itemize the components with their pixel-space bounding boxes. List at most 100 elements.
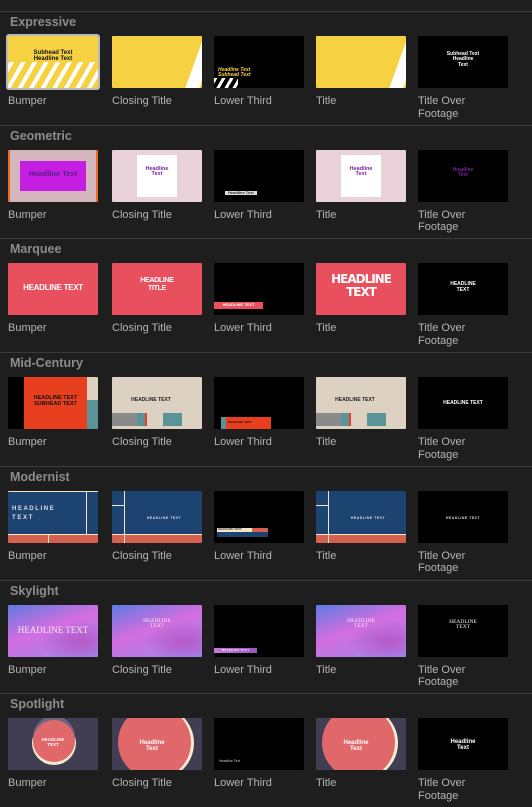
thumbnail-headline-text: Headline Text <box>225 190 257 195</box>
template-thumbnail[interactable]: HEADLINE TEXT <box>112 377 202 430</box>
template-thumbnail[interactable]: HEADLINE TEXT SUBHEAD TEXT <box>8 377 98 430</box>
thumbnail-headline-text: HEADLINE TEXT <box>23 283 83 293</box>
title-template-geometric-lower-third[interactable]: Headline Text Lower Third <box>214 149 306 222</box>
template-thumbnail[interactable]: HEADLINE TEXT <box>214 490 304 543</box>
title-template-mid-century-bumper[interactable]: HEADLINE TEXT SUBHEAD TEXT Bumper <box>8 377 100 449</box>
title-template-mid-century-closing-title[interactable]: HEADLINE TEXT Closing Title <box>112 377 204 449</box>
thumbnail-decoration <box>8 534 98 543</box>
title-template-modernist-title[interactable]: HEADLINE TEXT Title <box>316 490 408 563</box>
thumbnail-headline-text: Headline Text <box>28 168 78 178</box>
title-template-spotlight-title-over-footage[interactable]: Headline Text Title Over Footage <box>418 718 510 802</box>
title-template-marquee-title[interactable]: HEADLINE TEXT Title <box>316 263 408 335</box>
title-template-skylight-closing-title[interactable]: HEADLINE TEXT Closing Title <box>112 604 204 677</box>
title-template-expressive-lower-third[interactable]: Headline Text Subhead Text Lower Third <box>214 36 306 108</box>
template-label: Lower Third <box>214 436 272 449</box>
title-template-skylight-title-over-footage[interactable]: HEADLINE TEXT Title Over Footage <box>418 604 510 689</box>
title-template-spotlight-closing-title[interactable]: Headline Text Closing Title <box>112 718 204 790</box>
template-thumbnail[interactable]: HEADLINE TEXT <box>112 490 202 543</box>
template-thumbnail[interactable]: HEADLINE TEXT <box>418 490 508 543</box>
title-template-skylight-lower-third[interactable]: HEADLINE TEXT Lower Third <box>214 604 306 677</box>
template-thumbnail[interactable]: HEADLINE TEXT <box>112 604 202 657</box>
template-thumbnail[interactable]: HEADLINE TEXT <box>8 604 98 657</box>
thumbnail-decoration <box>349 413 351 427</box>
title-template-modernist-closing-title[interactable]: HEADLINE TEXT Closing Title <box>112 490 204 563</box>
template-thumbnail[interactable]: Headline Text <box>214 718 304 771</box>
thumbnail-decoration <box>145 413 147 427</box>
thumbnail-decoration <box>221 417 226 430</box>
template-thumbnail[interactable]: HEADLINE TEXT <box>214 377 304 430</box>
template-thumbnail[interactable]: HEADLINE TEXT <box>8 263 98 316</box>
thumbnail-headline-text: Headline Text Subhead Text <box>218 67 251 79</box>
title-template-geometric-title[interactable]: Headline Text Title <box>316 149 408 222</box>
template-label: Lower Third <box>214 322 272 335</box>
section-spotlight: Spotlight HEADLINE TEXT Bumper Headline Tex… <box>0 693 532 807</box>
template-label: Title Over Footage <box>418 663 466 689</box>
template-thumbnail[interactable]: HEADLINE TEXT <box>214 263 304 316</box>
title-template-mid-century-title-over-footage[interactable]: HEADLINE TEXT Title Over Footage <box>418 377 510 461</box>
template-thumbnail[interactable]: Headline Text <box>214 149 304 202</box>
title-template-marquee-bumper[interactable]: HEADLINE TEXT Bumper <box>8 263 100 335</box>
template-thumbnail[interactable]: Subhead Text Headline Text <box>112 36 202 88</box>
template-thumbnail[interactable]: H E A D L I N E T E X T <box>8 490 98 543</box>
title-template-skylight-title[interactable]: HEADLINE TEXT Title <box>316 604 408 677</box>
title-template-skylight-bumper[interactable]: HEADLINE TEXT Bumper <box>8 604 100 677</box>
thumbnail-headline-text: HEADLINE TEXT SUBHEAD TEXT <box>33 395 78 407</box>
template-thumbnail[interactable]: HEADLINE TEXT <box>316 490 406 543</box>
title-template-marquee-closing-title[interactable]: HEADLINE TITLE Closing Title <box>112 263 204 335</box>
thumbnail-headline-text: HEADLINE TEXT <box>335 397 375 404</box>
title-template-expressive-bumper[interactable]: Subhead Text Headline Text Bumper <box>6 34 100 108</box>
template-thumbnail[interactable]: Headline Text <box>316 149 406 202</box>
title-template-modernist-bumper[interactable]: H E A D L I N E T E X T Bumper <box>8 490 100 563</box>
title-template-marquee-lower-third[interactable]: HEADLINE TEXT Lower Third <box>214 263 306 335</box>
template-thumbnail[interactable]: Subhead Text Headline Text <box>6 34 100 90</box>
template-thumbnail[interactable]: Headline Text <box>112 149 202 202</box>
title-template-geometric-bumper[interactable]: Headline Text Bumper <box>8 149 100 222</box>
template-thumbnail[interactable]: Headline Text <box>316 718 406 771</box>
template-label: Title <box>316 663 337 676</box>
thumbnail-decoration <box>8 62 98 88</box>
template-label: Bumper <box>8 663 47 676</box>
thumbnail-headline-text: HEADLINE TEXT <box>228 420 252 425</box>
title-template-marquee-title-over-footage[interactable]: HEADLINE TEXT Title Over Footage <box>418 263 510 347</box>
template-thumbnail[interactable]: Subhead Text Headline Text <box>418 36 508 88</box>
template-thumbnail[interactable]: Headline Text Subhead Text <box>214 36 304 88</box>
title-template-modernist-lower-third[interactable]: HEADLINE TEXT Lower Third <box>214 490 306 563</box>
template-thumbnail[interactable]: Subhead Text Headline Text <box>316 36 406 88</box>
title-template-mid-century-lower-third[interactable]: HEADLINE TEXT Lower Third <box>214 377 306 449</box>
template-thumbnail[interactable]: HEADLINE TEXT <box>418 604 508 657</box>
title-template-spotlight-bumper[interactable]: HEADLINE TEXT Bumper <box>8 718 100 790</box>
title-template-modernist-title-over-footage[interactable]: HEADLINE TEXT Title Over Footage <box>418 490 510 575</box>
template-thumbnail[interactable]: HEADLINE TEXT <box>8 718 98 771</box>
thumbnail-decoration <box>8 533 98 535</box>
thumbnail-decoration <box>86 490 87 535</box>
thumbnail-decoration <box>112 534 202 543</box>
thumbnail-headline-text: HEADLINE TEXT <box>214 302 263 309</box>
template-thumbnail[interactable]: HEADLINE TEXT <box>316 377 406 430</box>
template-thumbnail[interactable]: HEADLINE TEXT <box>316 263 406 316</box>
template-thumbnail[interactable]: Headline Text <box>8 149 98 202</box>
template-thumbnail[interactable]: HEADLINE TITLE <box>112 263 202 316</box>
template-label: Lower Third <box>214 549 272 562</box>
template-label: Closing Title <box>112 208 172 221</box>
title-template-expressive-title-over-footage[interactable]: Subhead Text Headline Text Title Over Foo… <box>418 36 510 120</box>
template-thumbnail[interactable]: HEADLINE TEXT <box>418 263 508 316</box>
title-template-geometric-closing-title[interactable]: Headline Text Closing Title <box>112 149 204 222</box>
template-thumbnail[interactable]: Headline Text <box>418 149 508 202</box>
template-label: Bumper <box>8 777 47 790</box>
section-mid-century: Mid-Century HEADLINE TEXT SUBHEAD TEXT Bum… <box>0 352 532 466</box>
template-thumbnail[interactable]: HEADLINE TEXT <box>214 604 304 657</box>
thumbnail-headline-text: Subhead Text Headline Text <box>344 53 378 70</box>
template-thumbnail[interactable]: Headline Text <box>112 718 202 771</box>
thumbnail-headline-text: HEADLINE TEXT <box>218 526 242 531</box>
template-thumbnail[interactable]: HEADLINE TEXT <box>418 377 508 430</box>
template-label: Title Over Footage <box>418 208 466 234</box>
title-template-spotlight-lower-third[interactable]: Headline Text Lower Third <box>214 718 306 790</box>
title-template-geometric-title-over-footage[interactable]: Headline Text Title Over Footage <box>418 149 510 234</box>
template-thumbnail[interactable]: HEADLINE TEXT <box>316 604 406 657</box>
template-thumbnail[interactable]: Headline Text <box>418 718 508 771</box>
section-title: Geometric <box>10 128 72 143</box>
title-template-spotlight-title[interactable]: Headline Text Title <box>316 718 408 790</box>
title-template-mid-century-title[interactable]: HEADLINE TEXT Title <box>316 377 408 449</box>
title-template-expressive-title[interactable]: Subhead Text Headline Text Title <box>316 36 408 108</box>
title-template-expressive-closing-title[interactable]: Subhead Text Headline Text Closing Title <box>112 36 204 108</box>
